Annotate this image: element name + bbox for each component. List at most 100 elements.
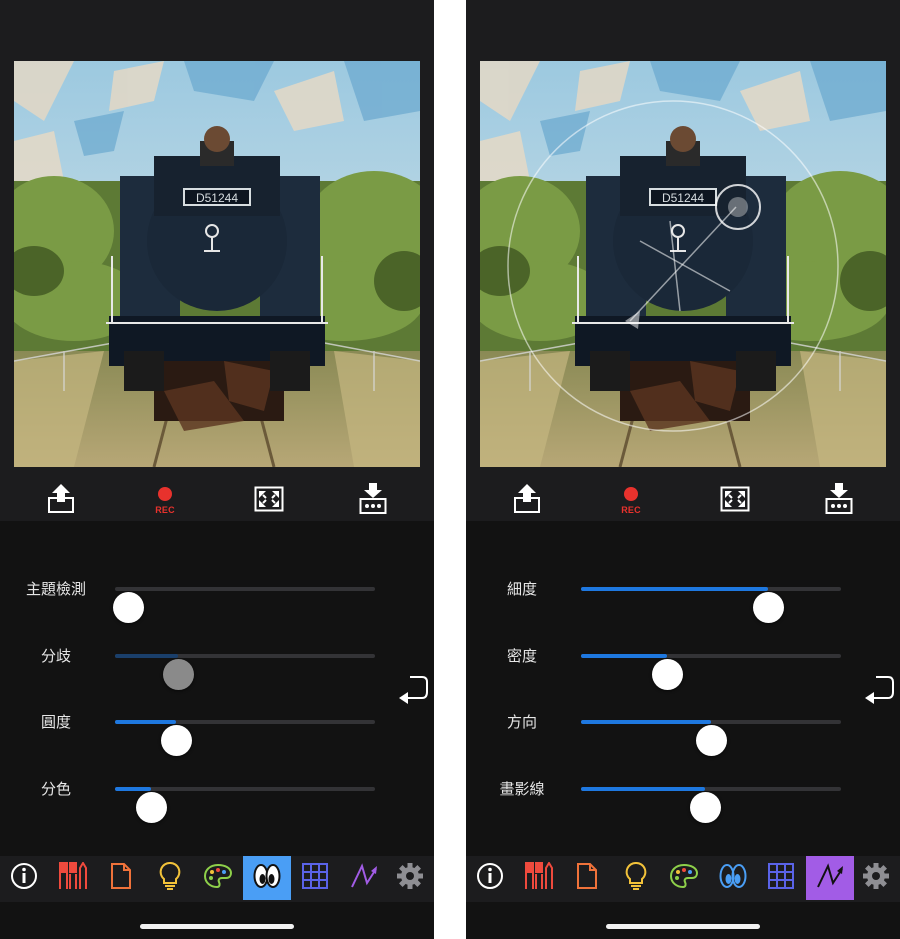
palette-icon [669,863,699,894]
slider-knob[interactable] [652,659,683,690]
slider-row: 分歧 [0,635,434,690]
tab-lightbulb[interactable] [612,856,660,900]
tab-palette[interactable] [194,856,242,900]
slider-track[interactable] [113,587,375,623]
tab-document[interactable] [97,856,145,900]
slider-fill [581,720,711,724]
tab-bar [0,856,434,902]
slider-label: 細度 [506,581,537,598]
lightbulb-icon [624,861,648,896]
gear-icon [396,862,424,895]
stroke-direction-icon [349,862,379,895]
slider-knob[interactable] [696,725,727,756]
tab-brushes[interactable] [49,856,97,900]
slider-fill [581,787,705,791]
slider-row: 圓度 [0,701,434,756]
tab-palette[interactable] [660,856,708,900]
grid-icon [767,862,795,895]
fullscreen-icon [720,486,750,517]
slider-fill [115,787,151,791]
gear-icon [862,862,890,895]
slider-row: 密度 [466,635,900,690]
slider-knob[interactable] [690,792,721,823]
save-icon [825,482,853,520]
record-button[interactable]: REC [615,484,647,518]
share-icon [513,483,541,519]
document-icon [109,862,133,895]
slider-label: 畫影線 [499,781,545,798]
svg-text:D51244: D51244 [662,191,704,205]
painted-photo[interactable]: D51244 [14,61,420,467]
slider-label: 分色 [40,781,71,798]
undo-icon [862,676,896,710]
share-icon [47,483,75,519]
slider-knob[interactable] [161,725,192,756]
slider-track[interactable] [115,787,375,823]
slider-track[interactable] [581,720,841,756]
record-button[interactable]: REC [149,484,181,518]
slider-label: 密度 [506,648,537,665]
slider-track[interactable] [581,787,841,823]
painted-photo[interactable]: D51244 [480,61,886,467]
document-icon [575,862,599,895]
eyes-icon [718,862,748,895]
save-button[interactable] [823,482,855,520]
slider-row: 畫影線 [466,768,900,823]
tab-grid[interactable] [757,856,805,900]
canvas-area: D51244 REC [0,0,434,521]
brushes-icon [58,860,88,895]
slider-knob[interactable] [753,592,784,623]
tab-brushes[interactable] [515,856,563,900]
tab-grid[interactable] [291,856,339,900]
slider-label: 方向 [506,714,537,731]
share-button[interactable] [511,483,543,519]
slider-row: 細度 [466,568,900,623]
info-icon [10,862,38,895]
tab-stroke[interactable] [806,856,854,900]
slider-panel: 細度 密度 方向 畫影線 [466,521,900,856]
slider-label: 分歧 [40,648,71,665]
slider-label: 主題檢測 [25,581,86,598]
slider-row: 方向 [466,701,900,756]
tab-info[interactable] [466,856,514,900]
tab-info[interactable] [0,856,48,900]
tab-document[interactable] [563,856,611,900]
svg-text:D51244: D51244 [196,191,238,205]
tab-eyes[interactable] [243,856,291,900]
rec-label: REC [155,505,175,515]
tab-stroke[interactable] [340,856,388,900]
slider-fill [581,587,768,591]
home-indicator [606,924,760,929]
tab-lightbulb[interactable] [146,856,194,900]
share-button[interactable] [45,483,77,519]
undo-button[interactable] [396,674,430,706]
tab-settings[interactable] [386,856,434,900]
slider-label: 圓度 [40,714,71,731]
canvas-area: D51244 REC [466,0,900,521]
lightbulb-icon [158,861,182,896]
slider-knob[interactable] [163,659,194,690]
undo-icon [396,676,430,710]
slider-track[interactable] [581,654,841,690]
slider-track[interactable] [115,720,375,756]
tab-settings[interactable] [852,856,900,900]
eyes-icon [252,862,282,895]
tab-bar [466,856,900,902]
home-indicator [140,924,294,929]
info-icon [476,862,504,895]
slider-row: 分色 [0,768,434,823]
brushes-icon [524,860,554,895]
slider-fill [581,654,667,658]
record-dot-icon [158,487,172,501]
grid-icon [301,862,329,895]
slider-knob[interactable] [113,592,144,623]
slider-track[interactable] [581,587,841,623]
slider-knob[interactable] [136,792,167,823]
undo-button[interactable] [862,674,896,706]
save-button[interactable] [357,482,389,518]
fullscreen-button[interactable] [719,484,751,518]
tab-eyes[interactable] [709,856,757,900]
slider-row: 主題檢測 [0,568,434,623]
fullscreen-button[interactable] [253,484,285,518]
slider-track[interactable] [115,654,375,690]
